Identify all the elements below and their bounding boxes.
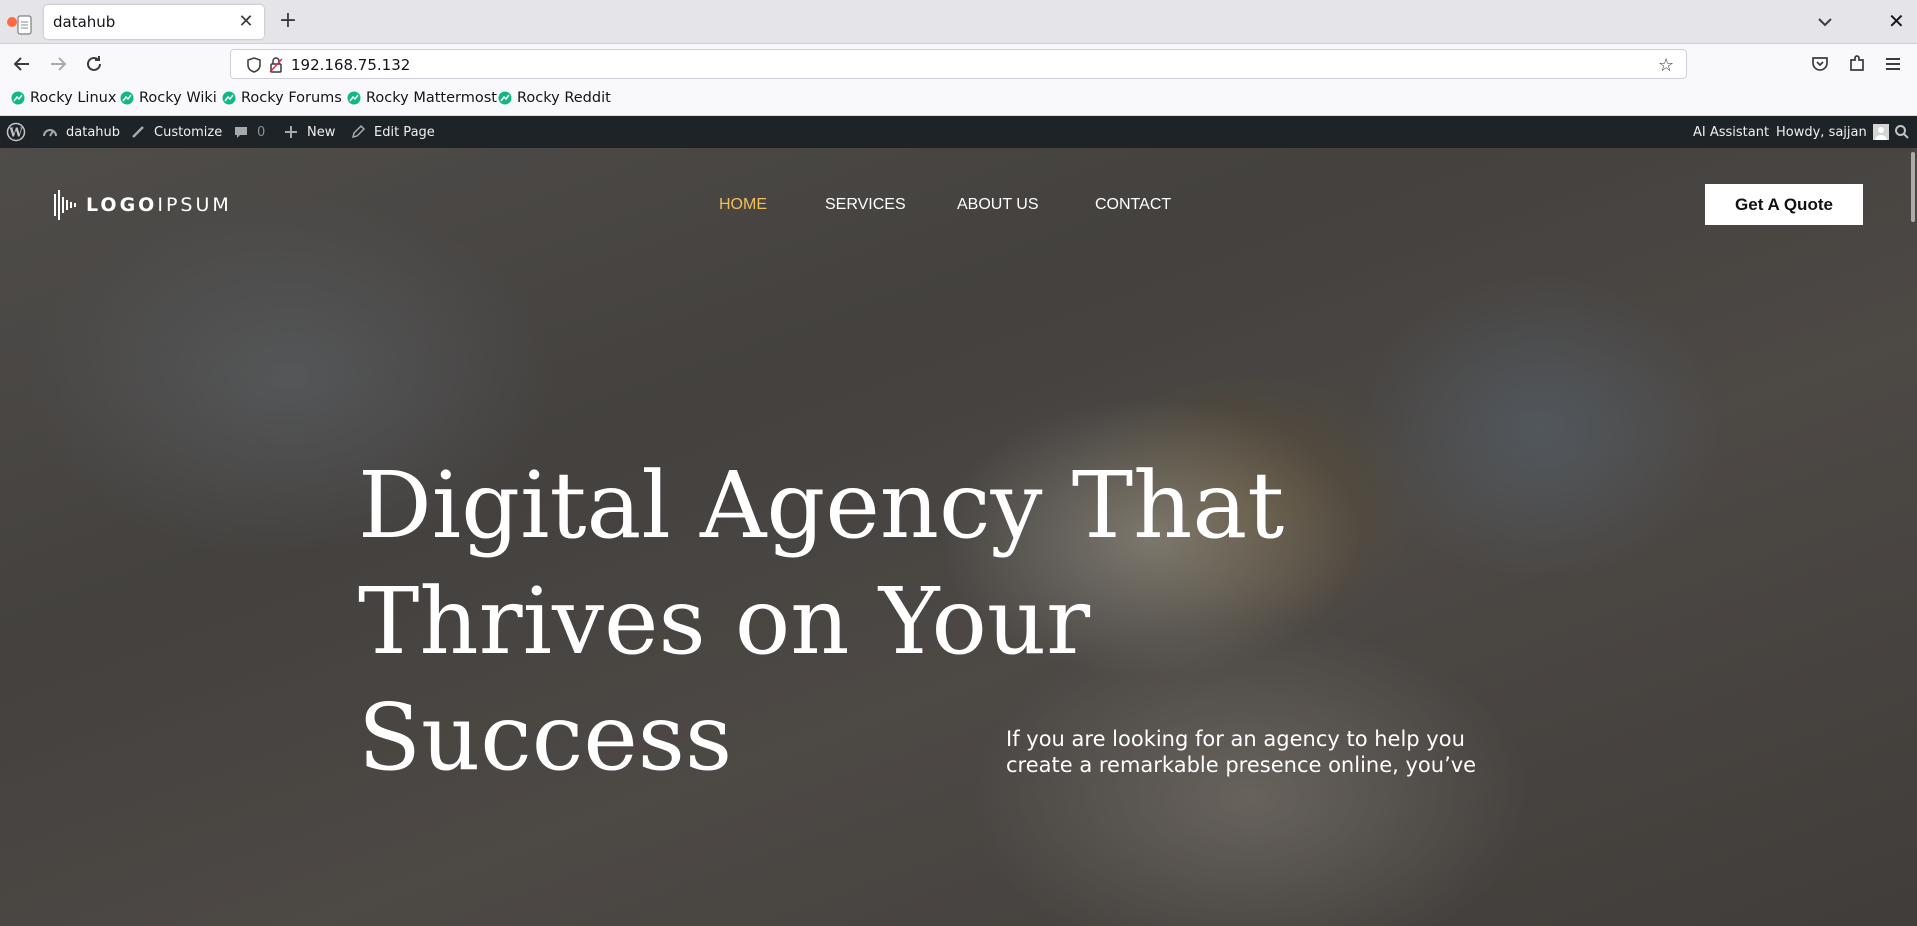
wp-site-name-label: datahub <box>66 124 121 140</box>
wp-search[interactable] <box>1894 116 1910 148</box>
site-logo[interactable]: LOGO IPSUM <box>54 188 232 222</box>
bookmark-label: Rocky Wiki <box>139 90 217 106</box>
logo-mark-icon <box>54 190 76 220</box>
wp-customize-label: Customize <box>154 124 223 140</box>
wp-customize[interactable]: Customize <box>130 116 222 148</box>
rocky-logo-icon <box>11 91 25 105</box>
nav-home[interactable]: HOME <box>719 196 767 214</box>
wp-site-name[interactable]: datahub <box>42 116 120 148</box>
hero-subtext: If you are looking for an agency to help… <box>1006 727 1477 777</box>
firefox-view-icon[interactable] <box>6 13 36 37</box>
tab-close-icon[interactable]: ✕ <box>234 10 258 34</box>
wp-comments[interactable]: 0 <box>233 116 265 148</box>
headline-line: Digital Agency That <box>358 452 1285 559</box>
nav-contact[interactable]: CONTACT <box>1095 196 1171 214</box>
logo-text-light: IPSUM <box>157 194 232 216</box>
dashboard-icon <box>43 129 57 137</box>
pencil-icon <box>351 124 366 139</box>
browser-tab[interactable]: datahub ✕ <box>44 5 264 39</box>
bookmark-label: Rocky Mattermost <box>366 90 497 106</box>
headline-line: Thrives on Your <box>358 568 1091 675</box>
logo-text-bold: LOGO <box>86 194 158 216</box>
rocky-logo-icon <box>347 91 361 105</box>
bookmark-rocky-forums[interactable]: Rocky Forums <box>222 90 342 106</box>
extensions-icon[interactable] <box>1845 52 1869 76</box>
scrollbar-thumb[interactable] <box>1911 152 1915 222</box>
new-tab-button[interactable]: + <box>276 10 300 34</box>
wp-admin-bar: W datahub Customize 0 New Edit Page AI A… <box>0 116 1917 148</box>
wp-howdy-label: Howdy, sajjan <box>1776 124 1867 140</box>
avatar <box>1872 124 1889 140</box>
browser-nav-bar: 192.168.75.132 ☆ <box>0 44 1917 84</box>
bookmark-rocky-mattermost[interactable]: Rocky Mattermost <box>347 90 497 106</box>
search-icon <box>1895 125 1909 139</box>
bookmark-label: Rocky Linux <box>30 90 117 106</box>
rocky-logo-icon <box>120 91 134 105</box>
pocket-icon[interactable] <box>1808 52 1832 76</box>
tab-title: datahub <box>53 13 116 31</box>
wordpress-icon: W <box>6 122 26 142</box>
bookmarks-toolbar: Rocky Linux Rocky Wiki Rocky Forums Rock… <box>0 84 1917 116</box>
browser-tab-bar: datahub ✕ + ✕ <box>0 0 1917 44</box>
reload-icon[interactable] <box>82 52 106 76</box>
rocky-logo-icon <box>222 91 236 105</box>
bookmark-star-icon[interactable]: ☆ <box>1658 55 1674 76</box>
bookmark-rocky-linux[interactable]: Rocky Linux <box>11 90 116 106</box>
wp-edit-page-label: Edit Page <box>374 124 435 140</box>
svg-text:W: W <box>8 126 23 140</box>
back-icon[interactable] <box>10 52 34 76</box>
page-scrollbar[interactable] <box>1907 148 1917 926</box>
hero-section: LOGO IPSUM HOME SERVICES ABOUT US CONTAC… <box>0 148 1917 926</box>
insecure-lock-icon[interactable] <box>267 56 285 74</box>
wp-new[interactable]: New <box>283 116 335 148</box>
paintbrush-icon <box>132 126 144 138</box>
get-a-quote-button[interactable]: Get A Quote <box>1705 184 1863 225</box>
url-bar[interactable]: 192.168.75.132 ☆ <box>230 49 1687 79</box>
bookmark-rocky-wiki[interactable]: Rocky Wiki <box>120 90 217 106</box>
comment-icon <box>235 127 247 138</box>
list-all-tabs-icon[interactable] <box>1812 10 1838 34</box>
wp-my-account[interactable]: Howdy, sajjan <box>1776 116 1889 148</box>
url-text[interactable]: 192.168.75.132 <box>291 56 410 74</box>
wp-edit-page[interactable]: Edit Page <box>350 116 435 148</box>
window-close-icon[interactable]: ✕ <box>1888 9 1905 33</box>
plus-icon <box>285 126 297 138</box>
nav-services[interactable]: SERVICES <box>825 196 906 214</box>
rocky-logo-icon <box>498 91 512 105</box>
bookmark-label: Rocky Reddit <box>517 90 611 106</box>
wp-new-label: New <box>307 124 336 140</box>
bookmark-rocky-reddit[interactable]: Rocky Reddit <box>498 90 611 106</box>
tracking-shield-icon[interactable] <box>245 56 263 74</box>
forward-icon[interactable] <box>46 52 70 76</box>
nav-about-us[interactable]: ABOUT US <box>957 196 1039 214</box>
wp-ai-assistant[interactable]: AI Assistant <box>1693 116 1769 148</box>
wp-logo-menu[interactable]: W <box>6 116 26 148</box>
bookmark-label: Rocky Forums <box>241 90 342 106</box>
wp-ai-assistant-label: AI Assistant <box>1693 124 1770 140</box>
app-menu-icon[interactable] <box>1881 52 1905 76</box>
wp-comments-count: 0 <box>257 124 266 140</box>
